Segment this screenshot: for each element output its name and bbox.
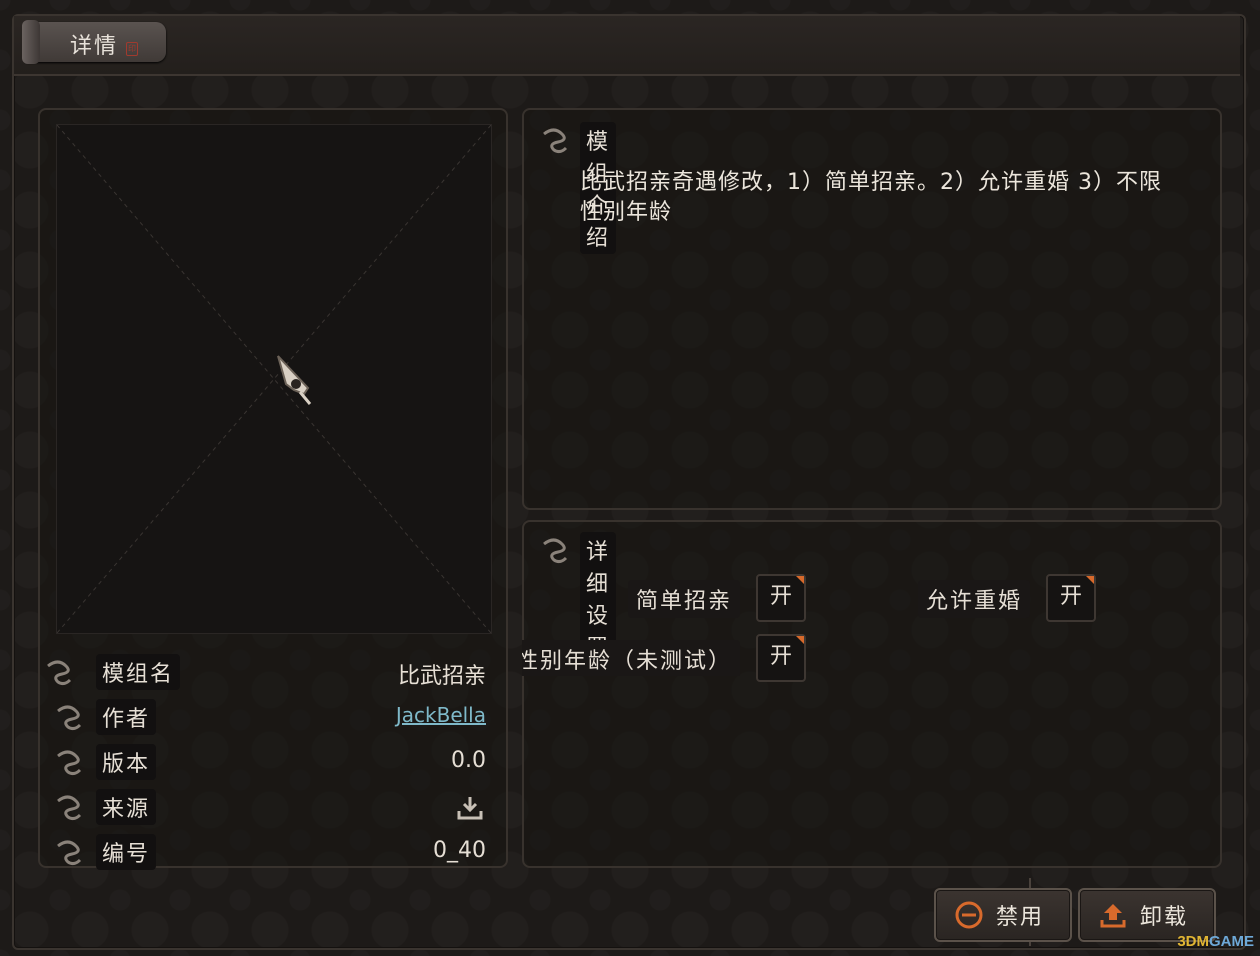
info-row-author: 作者 JackBella: [40, 697, 500, 737]
knot-icon: [57, 795, 82, 821]
knot-icon: [57, 750, 82, 776]
author-link[interactable]: JackBella: [396, 703, 486, 727]
toggle-simple-courtship[interactable]: 开: [756, 574, 806, 622]
watermark-suffix: GAME: [1209, 933, 1254, 950]
info-row-id: 编号 0_40: [40, 832, 500, 872]
upload-icon: [1100, 904, 1126, 928]
description-text: 比武招亲奇遇修改，1）简单招亲。2）允许重婚 3）不限性别年龄: [580, 170, 1162, 225]
knot-icon: [57, 705, 82, 731]
info-label-author: 作者: [96, 699, 157, 735]
knot-icon: [47, 660, 72, 686]
info-row-mod-name: 模组名 比武招亲: [40, 652, 500, 692]
info-value-author-wrap: JackBella: [396, 703, 486, 728]
info-label-id: 编号: [96, 834, 157, 870]
knot-icon: [543, 538, 568, 564]
info-value-id: 0_40: [433, 838, 486, 863]
info-value-version: 0.0: [451, 748, 486, 773]
setting-label-simple-courtship: 简单招亲: [628, 580, 741, 618]
knot-icon: [543, 128, 568, 154]
info-label-source: 来源: [96, 789, 157, 825]
toggle-no-restriction[interactable]: 开: [756, 634, 806, 682]
title-bar: [14, 16, 1240, 76]
toggle-allow-remarry[interactable]: 开: [1046, 574, 1096, 622]
disable-icon: [955, 901, 983, 929]
game-cursor-icon: [277, 355, 312, 405]
info-row-source: 来源: [40, 787, 500, 827]
knot-icon: [57, 840, 82, 866]
info-label-version: 版本: [96, 744, 157, 780]
setting-label-clip: 限性别年龄（未测试）: [522, 630, 740, 676]
disable-button[interactable]: 禁用: [934, 888, 1072, 942]
setting-label-no-restriction: 限性别年龄（未测试）: [522, 640, 740, 676]
setting-label-allow-remarry: 允许重婚: [918, 580, 1031, 618]
info-value-mod-name: 比武招亲: [397, 664, 486, 689]
disable-label: 禁用: [996, 905, 1045, 930]
settings-panel: [522, 520, 1222, 868]
seal-icon: 印: [126, 42, 138, 56]
uninstall-label: 卸载: [1140, 905, 1189, 930]
watermark-logo: 3DMGAME: [1177, 933, 1254, 950]
window-title: 详情: [70, 34, 119, 59]
info-label-mod-name: 模组名: [96, 654, 181, 690]
info-row-version: 版本 0.0: [40, 742, 500, 782]
download-icon[interactable]: [456, 795, 484, 821]
